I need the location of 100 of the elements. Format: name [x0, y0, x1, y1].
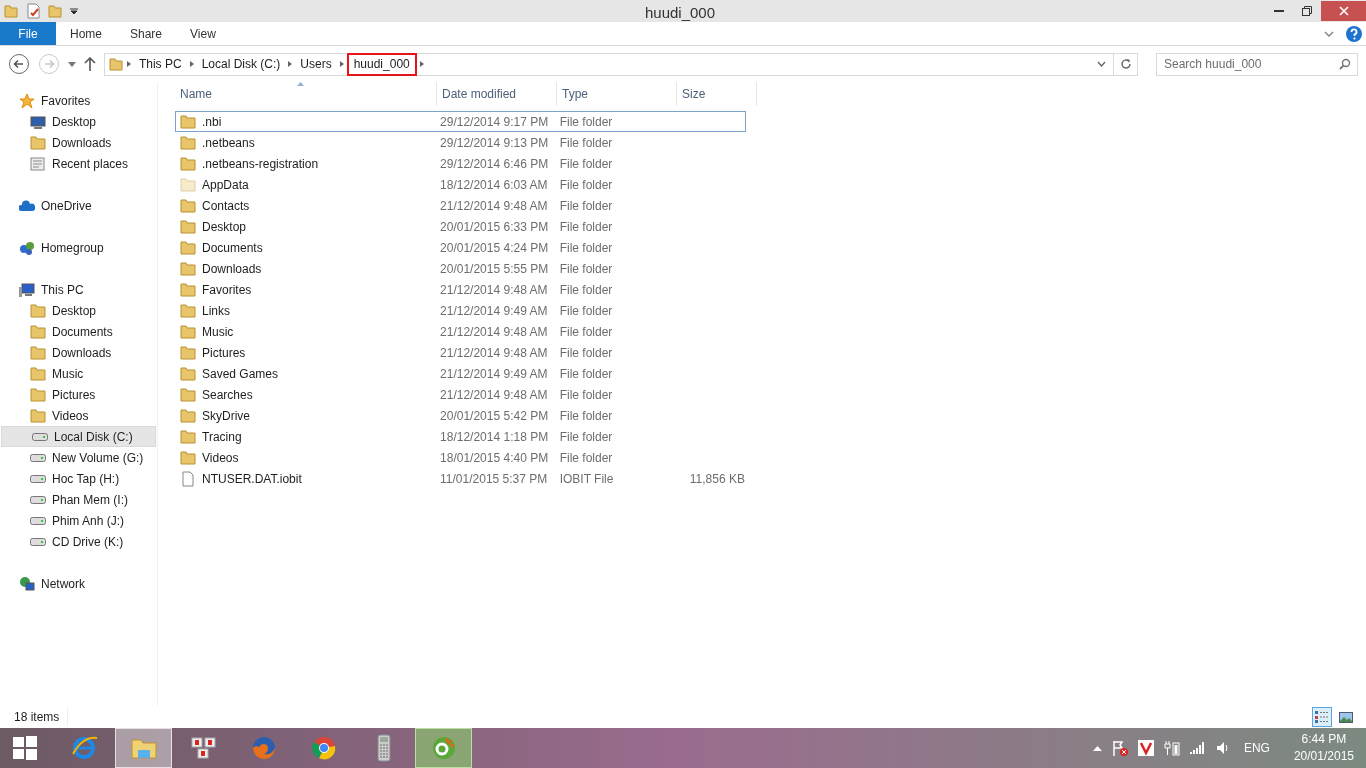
file-name: Tracing: [202, 428, 242, 446]
sidebar-item[interactable]: Videos: [0, 405, 157, 426]
column-header[interactable]: Type: [557, 82, 677, 106]
file-row[interactable]: .netbeans-registration 29/12/2014 6:46 PM File folder: [175, 153, 746, 174]
battery-plug-icon[interactable]: [1163, 740, 1180, 756]
sidebar-item[interactable]: Phim Anh (J:): [0, 510, 157, 531]
back-icon[interactable]: [8, 53, 30, 75]
column-header[interactable]: Size: [677, 82, 757, 106]
column-header[interactable]: Name: [175, 82, 437, 106]
dropdown-icon[interactable]: [70, 7, 78, 15]
ribbon-tab[interactable]: Home: [56, 22, 116, 45]
clock-date[interactable]: 20/01/2015: [1293, 748, 1354, 765]
properties-icon[interactable]: [26, 3, 40, 19]
help-icon[interactable]: [1346, 25, 1362, 42]
up-arrow-icon[interactable]: [83, 57, 96, 71]
drive-icon: [30, 537, 46, 546]
sidebar-item[interactable]: Desktop: [0, 111, 157, 132]
ribbon-tab[interactable]: Share: [116, 22, 177, 45]
file-type: File folder: [558, 197, 614, 215]
file-row[interactable]: Pictures 21/12/2014 9:48 AM File folder: [175, 342, 746, 363]
sidebar-section[interactable]: Homegroup: [41, 238, 104, 257]
file-name: Saved Games: [202, 365, 279, 383]
search-field[interactable]: Search huudi_000: [1156, 52, 1358, 76]
folder-icon: [180, 449, 196, 466]
address-bar[interactable]: This PC Local Disk (C:) Users huudi_000: [103, 52, 1138, 76]
column-header[interactable]: Date modified: [437, 82, 557, 106]
star-icon: [19, 92, 35, 109]
breadcrumb-item[interactable]: huudi_000: [346, 52, 417, 76]
file-name: Links: [202, 302, 230, 320]
file-row[interactable]: .netbeans 29/12/2014 9:13 PM File folder: [175, 132, 746, 153]
flag-icon[interactable]: [1111, 740, 1128, 756]
sidebar-item[interactable]: Downloads: [0, 132, 157, 153]
sidebar-item[interactable]: Desktop: [0, 300, 157, 321]
breadcrumb-item[interactable]: Users: [294, 53, 338, 75]
language-indicator[interactable]: ENG: [1243, 739, 1270, 757]
date-modified: 29/12/2014 6:46 PM: [439, 155, 550, 173]
v-logo-icon[interactable]: [1137, 740, 1154, 756]
speaker-icon[interactable]: [1215, 741, 1230, 755]
sidebar-item[interactable]: Hoc Tap (H:): [0, 468, 157, 489]
file-name: Pictures: [202, 344, 246, 362]
file-name: AppData: [202, 176, 249, 194]
file-row[interactable]: NTUSER.DAT.iobit 11/01/2015 5:37 PM IOBIT File 11,856 KB: [175, 468, 746, 489]
sidebar-section[interactable]: Network: [41, 574, 85, 593]
file-type: File folder: [558, 281, 614, 299]
clock-time[interactable]: 6:44 PM: [1301, 731, 1347, 748]
sidebar-item[interactable]: Phan Mem (I:): [0, 489, 157, 510]
sidebar-item[interactable]: Pictures: [0, 384, 157, 405]
folder-icon: [180, 428, 196, 445]
folder-icon: [180, 197, 196, 214]
breadcrumb-item[interactable]: This PC: [132, 53, 188, 75]
drive-icon: [32, 432, 48, 441]
file-type: IOBIT File: [558, 470, 615, 488]
chevron-down-icon[interactable]: [1097, 61, 1106, 67]
taskbar-button[interactable]: [415, 728, 472, 768]
sidebar-section[interactable]: OneDrive: [41, 196, 92, 215]
file-row[interactable]: Favorites 21/12/2014 9:48 AM File folder: [175, 279, 746, 300]
file-row[interactable]: Saved Games 21/12/2014 9:49 AM File folder: [175, 363, 746, 384]
folder-icon: [180, 386, 196, 403]
date-modified: 21/12/2014 9:48 AM: [439, 281, 549, 299]
file-row[interactable]: Searches 21/12/2014 9:48 AM File folder: [175, 384, 746, 405]
round-browser-icon: [309, 734, 338, 762]
sidebar-item[interactable]: New Volume (G:): [0, 447, 157, 468]
sidebar-item[interactable]: Music: [0, 363, 157, 384]
sidebar-item[interactable]: Recent places: [0, 153, 157, 174]
file-row[interactable]: Downloads 20/01/2015 5:55 PM File folder: [175, 258, 746, 279]
file-name: Music: [202, 323, 234, 341]
network-icon: [19, 575, 35, 592]
up-caret-icon[interactable]: [1092, 745, 1102, 751]
date-modified: 29/12/2014 9:17 PM: [439, 113, 550, 131]
file-icon: [180, 470, 196, 487]
four-squares-icon: [13, 736, 37, 760]
date-modified: 21/12/2014 9:48 AM: [439, 197, 549, 215]
sidebar-item[interactable]: Documents: [0, 321, 157, 342]
file-row[interactable]: Contacts 21/12/2014 9:48 AM File folder: [175, 195, 746, 216]
file-row[interactable]: Links 21/12/2014 9:49 AM File folder: [175, 300, 746, 321]
folder-icon: [30, 365, 46, 382]
refresh-icon: [1119, 58, 1132, 70]
file-row[interactable]: Tracing 18/12/2014 1:18 PM File folder: [175, 426, 746, 447]
sidebar-item[interactable]: Downloads: [0, 342, 157, 363]
file-row[interactable]: Music 21/12/2014 9:48 AM File folder: [175, 321, 746, 342]
file-row[interactable]: Desktop 20/01/2015 6:33 PM File folder: [175, 216, 746, 237]
file-row[interactable]: Documents 20/01/2015 4:24 PM File folder: [175, 237, 746, 258]
file-name: .netbeans: [202, 134, 255, 152]
file-row[interactable]: SkyDrive 20/01/2015 5:42 PM File folder: [175, 405, 746, 426]
sidebar-section[interactable]: This PC: [41, 280, 84, 299]
sidebar-section[interactable]: Favorites: [41, 91, 91, 110]
ribbon-tab[interactable]: View: [176, 22, 230, 45]
chevron-down-icon[interactable]: [1324, 30, 1334, 37]
caret-icon[interactable]: [67, 61, 76, 67]
sidebar-item[interactable]: CD Drive (K:): [0, 531, 157, 552]
close-icon: [1338, 6, 1349, 16]
file-type: File folder: [558, 449, 614, 467]
breadcrumb-item[interactable]: Local Disk (C:): [195, 53, 287, 75]
details-view-button[interactable]: [1312, 707, 1332, 727]
file-row[interactable]: Videos 18/01/2015 4:40 PM File folder: [175, 447, 746, 468]
signal-bars-icon[interactable]: [1189, 742, 1206, 754]
file-row[interactable]: AppData 18/12/2014 6:03 AM File folder: [175, 174, 746, 195]
file-row[interactable]: .nbi 29/12/2014 9:17 PM File folder: [175, 111, 746, 132]
folder-icon: [30, 302, 46, 319]
sidebar-item[interactable]: Local Disk (C:): [1, 426, 156, 447]
